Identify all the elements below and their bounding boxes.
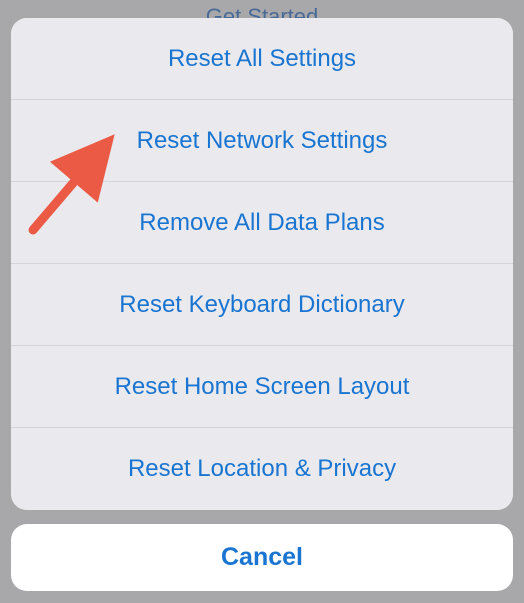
cancel-button[interactable]: Cancel [11,524,513,591]
reset-action-sheet: Reset All Settings Reset Network Setting… [11,18,513,510]
remove-all-data-plans-button[interactable]: Remove All Data Plans [11,182,513,264]
reset-keyboard-dictionary-button[interactable]: Reset Keyboard Dictionary [11,264,513,346]
reset-location-privacy-button[interactable]: Reset Location & Privacy [11,428,513,510]
reset-network-settings-button[interactable]: Reset Network Settings [11,100,513,182]
reset-all-settings-button[interactable]: Reset All Settings [11,18,513,100]
reset-home-screen-layout-button[interactable]: Reset Home Screen Layout [11,346,513,428]
